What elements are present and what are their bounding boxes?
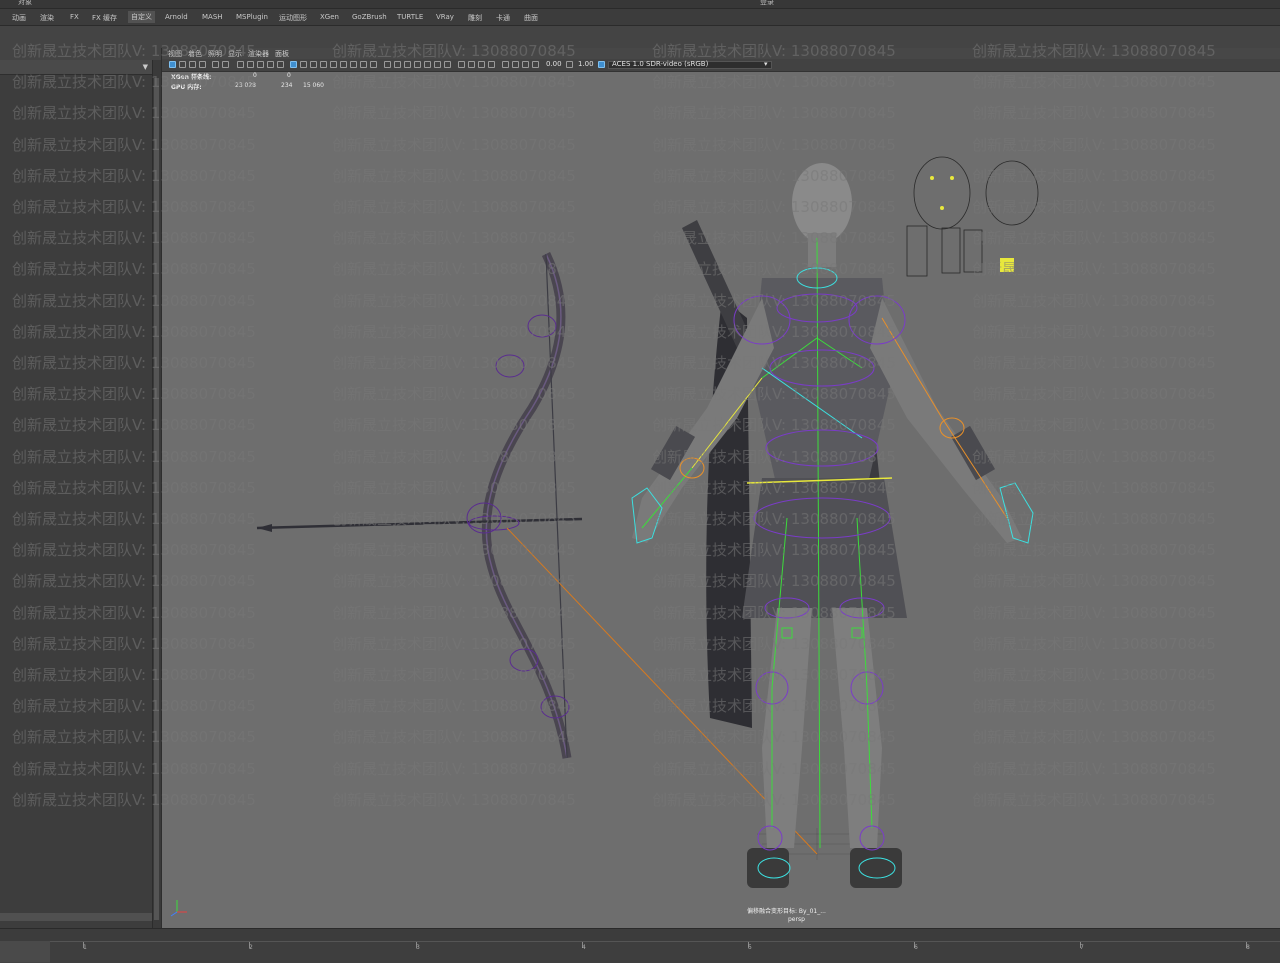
shelf-tab-rendering[interactable]: 渲染 [40,13,54,23]
shelf-tab-turtle[interactable]: TURTLE [397,13,423,21]
shelf-tab-bar: 动画 渲染 FX FX 缓存 自定义 Arnold MASH MSPlugin … [0,9,1280,26]
shelf-tab-custom[interactable]: 自定义 [128,11,155,23]
shelf-tab-surfaces[interactable]: 曲面 [524,13,538,23]
shelf-tab-fx[interactable]: FX [70,13,79,21]
scrollbar-thumb[interactable] [154,78,159,920]
shelf-tab-toon[interactable]: 卡通 [496,13,510,23]
chevron-down-icon[interactable]: ▼ [143,63,148,71]
title-strip: 对象 登录 [0,0,1280,9]
object-menu-label[interactable]: 对象 [18,0,32,7]
shelf-tab-gozbrush[interactable]: GoZBrush [352,13,387,21]
tick-label: 7 [1080,944,1084,951]
shelf-tab-xgen[interactable]: XGen [320,13,339,21]
axis-icon [170,900,187,917]
viewport-panel[interactable]: 视图 着色 照明 显示 渲染器 面板 0.00 1.00 ACES 1.0 SD… [161,48,1280,928]
shelf-tab-animation[interactable]: 动画 [12,13,26,23]
status-label: 偏移融合变形目标: By_01_... [747,908,826,915]
outliner-horizontal-scrollbar[interactable] [0,913,152,921]
shelf-tab-mash[interactable]: MASH [202,13,223,21]
tick-label: 6 [914,944,918,951]
shelf-tab-vray[interactable]: VRay [436,13,454,21]
tick-label: 1 [83,944,87,951]
tick-label: 4 [582,944,586,951]
time-slider-track[interactable]: 1 2 3 4 5 6 7 8 [50,941,1280,963]
bow-model[interactable] [256,252,583,759]
scene-render[interactable] [162,48,1280,928]
shelf-tab-msplugin[interactable]: MSPlugin [236,13,268,21]
camera-label: persp [788,916,805,923]
outliner-header: ▼ [0,60,152,75]
shelf-tab-motion-graphics[interactable]: 运动图形 [279,13,307,23]
tick-label: 2 [249,944,253,951]
time-slider[interactable]: 1 2 3 4 5 6 7 8 [0,928,1280,963]
shelf-tab-arnold[interactable]: Arnold [165,13,188,21]
tick-label: 5 [748,944,752,951]
shelf-tab-sculpt[interactable]: 雕刻 [468,13,482,23]
tick-label: 8 [1246,944,1250,951]
facial-control-panel[interactable] [906,156,1039,277]
outliner-scrollbar[interactable] [152,60,161,928]
shelf-tab-fx-cache[interactable]: FX 缓存 [92,13,117,23]
character-model[interactable] [632,163,1022,888]
tick-label: 3 [416,944,420,951]
outliner-panel: ▼ [0,60,152,928]
login-label[interactable]: 登录 [760,0,774,7]
time-slider-left-cap [0,941,50,962]
